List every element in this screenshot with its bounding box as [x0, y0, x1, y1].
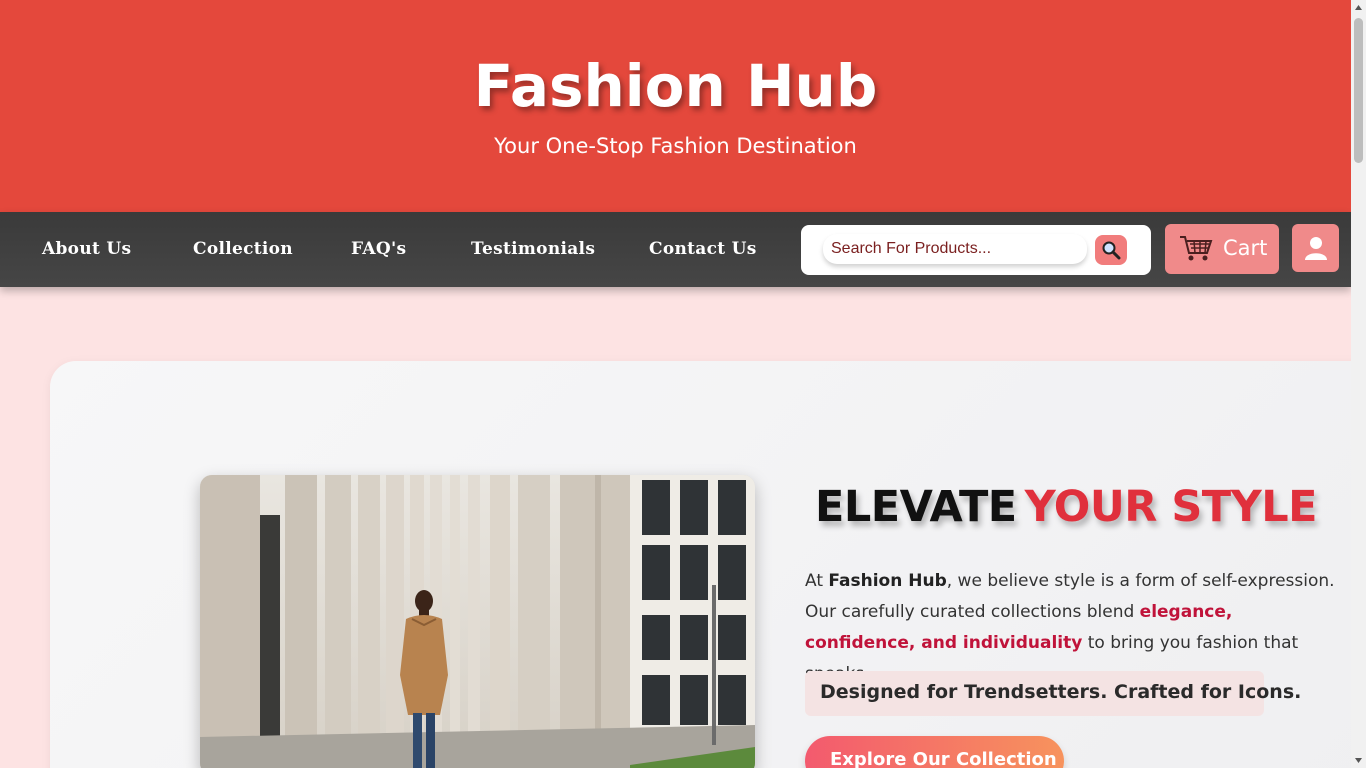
- scroll-thumb[interactable]: [1354, 18, 1363, 163]
- cart-button[interactable]: Cart: [1165, 224, 1279, 274]
- page: Fashion Hub Your One-Stop Fashion Destin…: [0, 0, 1351, 768]
- hero-title-part1: ELEVATE: [815, 482, 1017, 532]
- hero-photo-illustration: [200, 475, 755, 768]
- search-icon: [1102, 241, 1121, 260]
- nav-link-collection[interactable]: Collection: [193, 239, 293, 259]
- hero-image: [200, 475, 755, 768]
- hero-title: ELEVATE YOUR STYLE: [815, 482, 1318, 532]
- site-title: Fashion Hub: [473, 52, 878, 120]
- search-input[interactable]: [823, 234, 1087, 264]
- nav-link-contact-us[interactable]: Contact Us: [649, 239, 757, 259]
- scroll-up-arrow-icon[interactable]: [1354, 3, 1363, 12]
- cart-label: Cart: [1223, 236, 1268, 260]
- vertical-scrollbar[interactable]: [1351, 0, 1366, 768]
- hero-title-part2: YOUR STYLE: [1024, 482, 1318, 532]
- nav-link-testimonials[interactable]: Testimonials: [471, 239, 595, 259]
- hero-text-before: At: [805, 571, 829, 591]
- search-button[interactable]: [1095, 235, 1127, 265]
- explore-collection-button[interactable]: Explore Our Collection: [805, 736, 1064, 768]
- hero-text-brand: Fashion Hub: [828, 571, 947, 591]
- site-tagline: Your One-Stop Fashion Destination: [494, 134, 857, 158]
- nav-link-faqs[interactable]: FAQ's: [351, 239, 406, 259]
- user-icon: [1304, 237, 1327, 260]
- navbar: About Us Collection FAQ's Testimonials C…: [0, 212, 1351, 287]
- user-account-button[interactable]: [1292, 224, 1339, 272]
- search-box: [801, 225, 1151, 275]
- nav-link-about-us[interactable]: About Us: [42, 239, 131, 259]
- hero-tagline: Designed for Trendsetters. Crafted for I…: [805, 671, 1301, 716]
- cart-icon: [1180, 236, 1213, 261]
- scroll-down-arrow-icon[interactable]: [1354, 756, 1363, 765]
- site-header: Fashion Hub Your One-Stop Fashion Destin…: [0, 0, 1351, 212]
